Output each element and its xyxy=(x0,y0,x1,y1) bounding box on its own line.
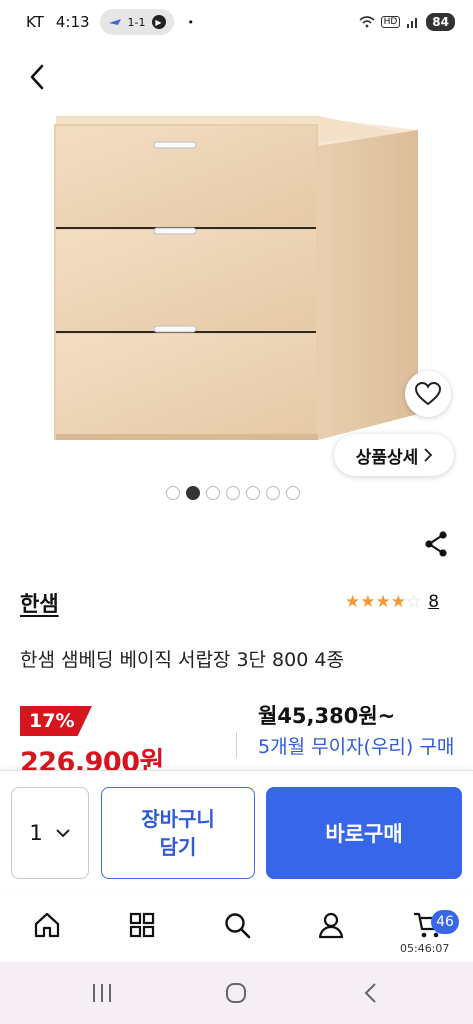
clock-label: 4:13 xyxy=(55,13,90,31)
drawer-handle xyxy=(153,325,197,333)
carousel-dot[interactable] xyxy=(206,486,220,500)
monthly-price: 월45,380원~ xyxy=(258,704,396,728)
carousel-dot[interactable] xyxy=(286,486,300,500)
recents-button[interactable] xyxy=(82,978,122,1008)
carousel-dot[interactable] xyxy=(246,486,260,500)
share-button[interactable] xyxy=(420,528,452,560)
search-icon xyxy=(225,913,251,939)
rating-stars: ★★★★☆ xyxy=(345,592,421,612)
status-bullet: • xyxy=(187,15,195,29)
home-circle-icon xyxy=(226,983,246,1003)
star-icon: ★ xyxy=(375,592,391,612)
tab-my[interactable] xyxy=(313,908,349,942)
carousel-dot[interactable] xyxy=(186,486,200,500)
heart-icon xyxy=(415,382,441,406)
drawer-1 xyxy=(56,126,316,226)
user-icon xyxy=(318,912,344,939)
share-icon xyxy=(425,531,447,557)
star-icon: ★ xyxy=(360,592,376,612)
cart-count-badge: 46 xyxy=(431,910,459,934)
wifi-icon xyxy=(359,16,375,28)
status-right: HD 84 xyxy=(359,13,455,31)
carousel-dot[interactable] xyxy=(166,486,180,500)
drawer-handle xyxy=(153,227,197,235)
product-detail-button[interactable]: 상품상세 xyxy=(334,434,454,476)
buy-now-button[interactable]: 바로구매 xyxy=(266,787,462,879)
pill-label: 1-1 xyxy=(127,15,146,29)
quantity-selector[interactable]: 1 xyxy=(11,787,89,879)
chevron-down-icon xyxy=(55,829,70,838)
wishlist-button[interactable] xyxy=(405,371,451,417)
back-button[interactable] xyxy=(20,60,54,94)
carrier-label: KT xyxy=(26,13,44,31)
status-bar: KT 4:13 1-1 ▶ • HD 84 xyxy=(0,0,473,44)
back-system-button[interactable] xyxy=(350,978,390,1008)
signal-icon xyxy=(407,18,418,28)
add-to-cart-button[interactable]: 장바구니 담기 xyxy=(101,787,255,879)
drawer-3 xyxy=(56,334,316,434)
divider xyxy=(236,732,237,758)
tab-category[interactable] xyxy=(124,908,160,942)
star-icon: ★ xyxy=(345,592,361,612)
battery-indicator: 84 xyxy=(426,13,455,31)
buy-bar: 1 장바구니 담기 바로구매 xyxy=(0,770,473,890)
system-nav-bar xyxy=(0,962,473,1024)
grid-icon xyxy=(129,912,155,938)
carousel-dot[interactable] xyxy=(226,486,240,500)
clock-overlay: 05:46:07 xyxy=(400,942,450,955)
recents-icon xyxy=(93,984,111,1002)
back-chevron-icon xyxy=(364,983,376,1003)
product-title: 한샘 샘베딩 베이직 서랍장 3단 800 4종 xyxy=(20,649,344,671)
brand-link[interactable]: 한샘 xyxy=(20,588,59,618)
tab-home[interactable] xyxy=(29,908,65,942)
status-pill: 1-1 ▶ xyxy=(99,9,174,35)
star-icon: ☆ xyxy=(406,592,422,612)
home-icon xyxy=(34,912,60,938)
quantity-value: 1 xyxy=(29,821,43,845)
carousel-dot[interactable] xyxy=(266,486,280,500)
dresser-side xyxy=(318,130,418,440)
plane-icon xyxy=(108,19,121,25)
rating[interactable]: ★★★★☆ 8 xyxy=(345,592,439,612)
drawer-2 xyxy=(56,230,316,330)
network-label: HD xyxy=(380,16,401,28)
carousel-indicator xyxy=(166,486,300,500)
home-system-button[interactable] xyxy=(216,978,256,1008)
discount-badge: 17% xyxy=(20,706,92,736)
tab-search[interactable] xyxy=(219,908,255,942)
media-icon: ▶ xyxy=(151,15,166,29)
product-detail-label: 상품상세 xyxy=(355,447,419,468)
chevron-left-icon xyxy=(30,64,44,90)
chevron-right-icon xyxy=(424,448,433,462)
star-icon: ★ xyxy=(390,592,406,612)
drawer-handle xyxy=(153,141,197,149)
product-image[interactable] xyxy=(0,100,473,490)
review-count[interactable]: 8 xyxy=(428,592,439,612)
